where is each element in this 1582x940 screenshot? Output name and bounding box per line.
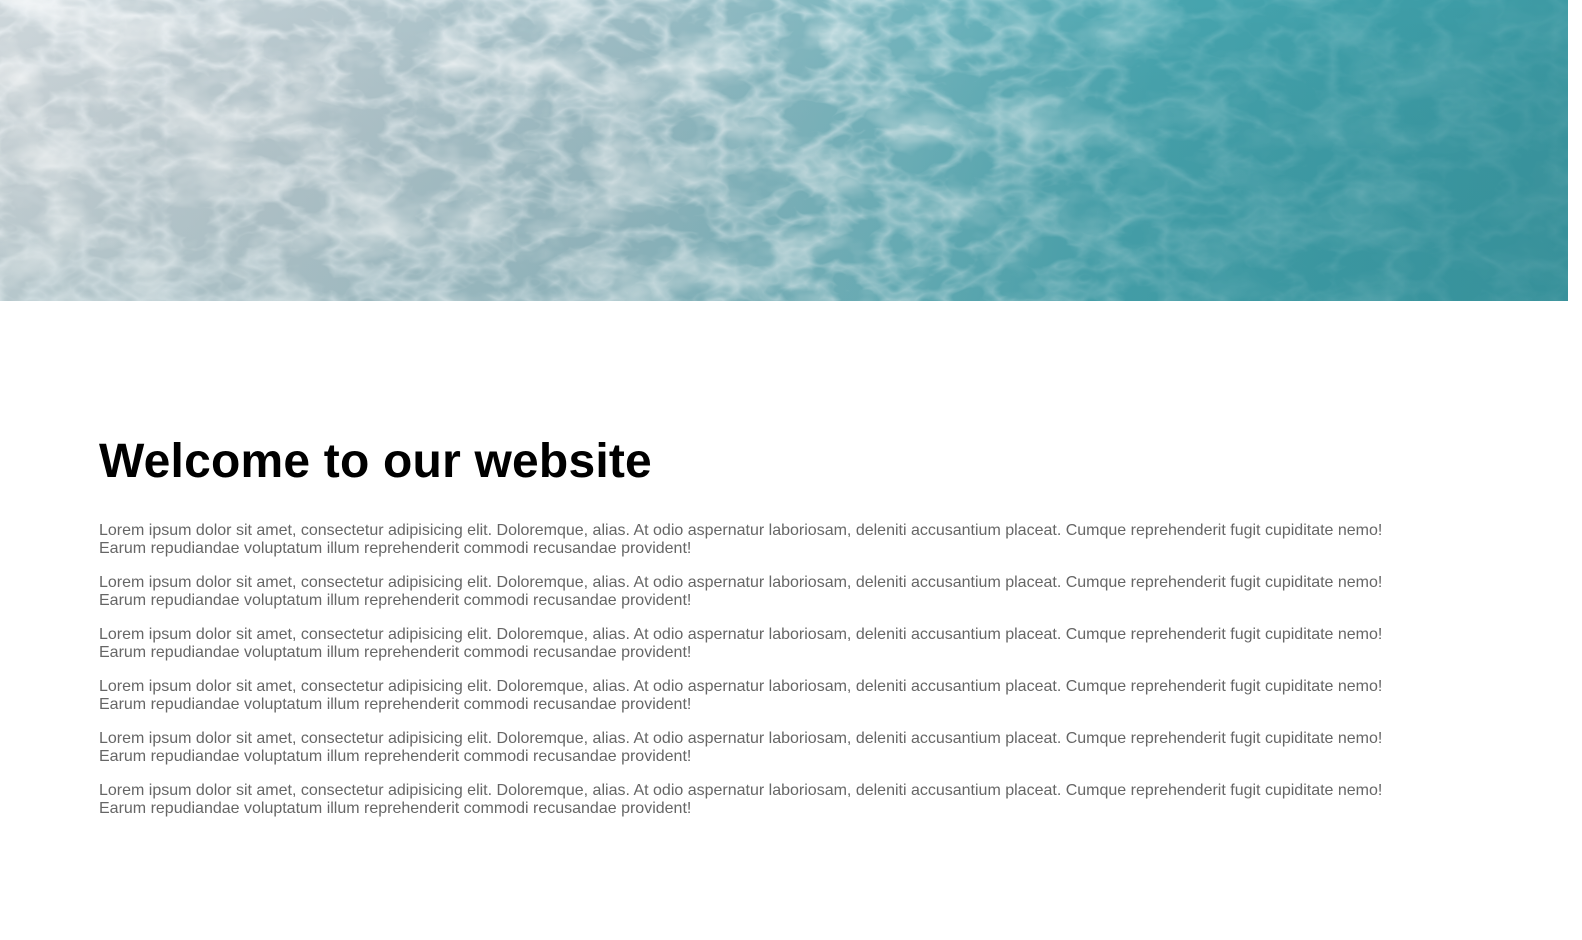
paragraph-list: Lorem ipsum dolor sit amet, consectetur … — [99, 522, 1429, 818]
body-paragraph: Lorem ipsum dolor sit amet, consectetur … — [99, 626, 1383, 661]
page-title: Welcome to our website — [99, 435, 652, 488]
main-content: Welcome to our website Lorem ipsum dolor… — [99, 432, 1429, 834]
hero-image — [0, 0, 1568, 301]
ocean-waves-image — [0, 0, 1568, 301]
body-paragraph: Lorem ipsum dolor sit amet, consectetur … — [99, 730, 1383, 765]
body-paragraph: Lorem ipsum dolor sit amet, consectetur … — [99, 782, 1383, 817]
body-paragraph: Lorem ipsum dolor sit amet, consectetur … — [99, 574, 1383, 609]
body-paragraph: Lorem ipsum dolor sit amet, consectetur … — [99, 678, 1383, 713]
page: Welcome to our website Lorem ipsum dolor… — [0, 0, 1582, 940]
scrollbar-track[interactable] — [1568, 0, 1582, 940]
body-paragraph: Lorem ipsum dolor sit amet, consectetur … — [99, 522, 1383, 557]
